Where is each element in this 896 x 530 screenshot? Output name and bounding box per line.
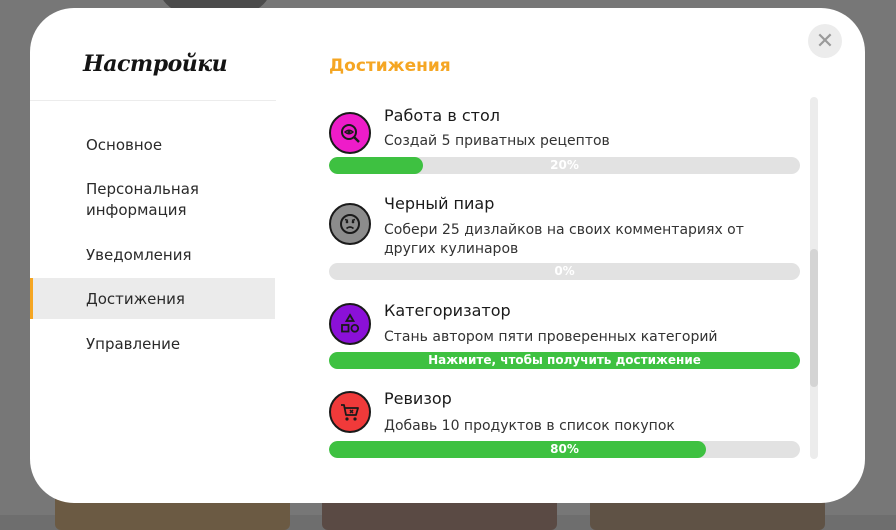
achievement-description: Стань автором пяти проверенных категорий (384, 329, 718, 345)
achievement-title: Ревизор (384, 389, 452, 408)
sidebar-item-personal-info[interactable]: Персональная информация (30, 163, 226, 228)
achievement-progress-bar: 0% (329, 263, 800, 280)
achievement-description: Добавь 10 продуктов в список покупок (384, 418, 675, 434)
close-button[interactable]: ✕ (808, 24, 842, 58)
sidebar-item-general[interactable]: Основное (30, 128, 275, 163)
shapes-icon (329, 303, 371, 345)
achievement-item: Черный пиар Собери 25 дизлайков на своих… (329, 194, 801, 284)
achievement-item: Ревизор Добавь 10 продуктов в список пок… (329, 389, 801, 459)
achievement-progress-bar: 80% (329, 441, 800, 458)
achievement-title: Черный пиар (384, 194, 495, 213)
modal-title: Настройки (83, 51, 228, 77)
eye-magnifier-icon (329, 112, 371, 154)
achievement-title: Категоризатор (384, 301, 511, 320)
progress-label: 0% (554, 264, 575, 278)
achievement-progress-bar: 20% (329, 157, 800, 174)
achievement-item: Работа в стол Создай 5 приватных рецепто… (329, 106, 801, 176)
achievement-item: Категоризатор Стань автором пяти провере… (329, 301, 801, 371)
progress-label: 20% (550, 158, 579, 172)
settings-sidebar: Основное Персональная информация Уведомл… (30, 128, 275, 362)
sidebar-divider (30, 100, 276, 101)
sidebar-item-management[interactable]: Управление (30, 319, 275, 362)
achievement-description: Собери 25 дизлайков на своих комментария… (384, 222, 744, 257)
claim-achievement-button[interactable]: Нажмите, чтобы получить достижение (329, 352, 800, 369)
section-title: Достижения (329, 56, 451, 76)
sidebar-item-notifications[interactable]: Уведомления (30, 228, 275, 275)
scrollbar-thumb[interactable] (810, 249, 818, 387)
settings-modal: ✕ Настройки Основное Персональная информ… (30, 8, 865, 503)
close-icon: ✕ (815, 28, 835, 54)
cart-icon (329, 391, 371, 433)
sad-face-icon (329, 203, 371, 245)
sidebar-item-achievements[interactable]: Достижения (30, 278, 275, 319)
claim-achievement-label: Нажмите, чтобы получить достижение (428, 353, 701, 367)
progress-label: 80% (550, 442, 579, 456)
achievement-description: Создай 5 приватных рецептов (384, 133, 610, 149)
achievement-title: Работа в стол (384, 106, 500, 125)
scrollbar[interactable] (810, 97, 818, 459)
